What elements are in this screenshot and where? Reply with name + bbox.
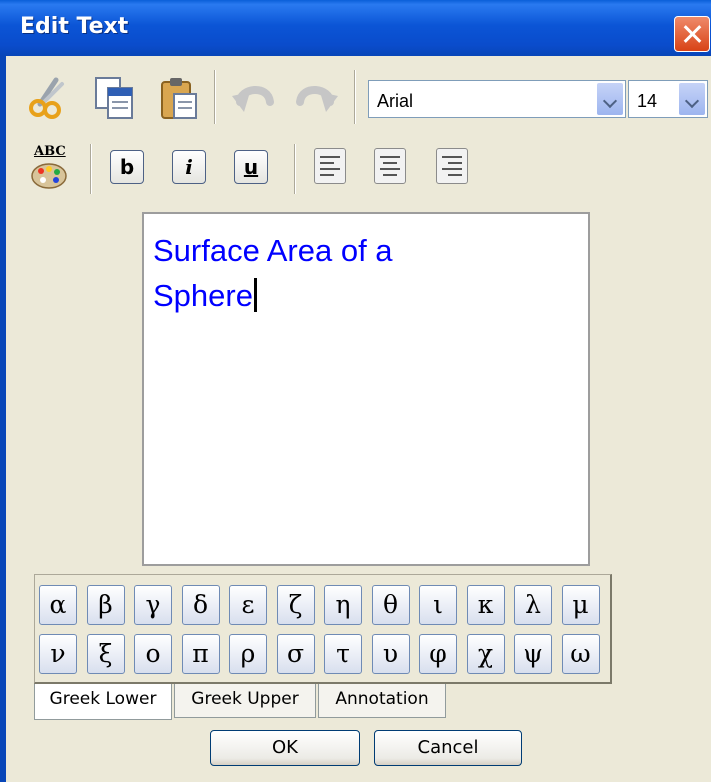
symbol-button[interactable]: σ [276, 634, 315, 674]
editor-line: Sphere [153, 278, 253, 313]
symbol-button[interactable]: τ [324, 634, 362, 674]
window-frame [0, 56, 6, 782]
symbol-button[interactable]: δ [181, 585, 220, 625]
underline-button[interactable]: u [234, 150, 268, 184]
redo-icon[interactable] [292, 76, 340, 120]
copy-icon[interactable] [90, 74, 138, 122]
symbol-button[interactable]: α [39, 585, 77, 625]
tab-greek-upper[interactable]: Greek Upper [174, 684, 316, 718]
undo-icon[interactable] [230, 76, 278, 120]
symbol-button[interactable]: κ [466, 585, 505, 625]
cut-icon[interactable] [26, 74, 74, 122]
editor-line-with-caret: Sphere [153, 273, 573, 318]
symbol-button[interactable]: γ [134, 585, 172, 625]
symbol-button[interactable]: ξ [86, 634, 125, 674]
window-title: Edit Text [20, 14, 129, 39]
symbol-button[interactable]: ο [134, 634, 172, 674]
symbol-button[interactable]: ν [39, 634, 77, 674]
symbol-button[interactable]: η [324, 585, 362, 625]
symbol-button[interactable]: υ [371, 634, 410, 674]
font-family-value: Arial [377, 91, 414, 111]
symbol-button[interactable]: φ [419, 634, 457, 674]
symbol-button[interactable]: ρ [229, 634, 267, 674]
symbol-button[interactable]: β [86, 585, 125, 625]
toolbar-separator [214, 70, 216, 124]
font-size-select[interactable]: 14 [628, 80, 708, 118]
symbol-button[interactable]: π [181, 634, 220, 674]
symbol-button[interactable]: ι [419, 585, 457, 625]
text-editor[interactable]: Surface Area of a Sphere [142, 212, 590, 566]
symbol-button[interactable]: ψ [514, 634, 552, 674]
paste-icon[interactable] [154, 74, 202, 122]
editor-content[interactable]: Surface Area of a Sphere [153, 228, 573, 318]
text-caret [253, 278, 257, 312]
symbol-button[interactable]: θ [371, 585, 410, 625]
tab-greek-lower[interactable]: Greek Lower [34, 684, 172, 720]
chevron-down-icon[interactable] [679, 83, 705, 115]
align-center-button[interactable] [374, 148, 406, 184]
cancel-button[interactable]: Cancel [374, 730, 522, 766]
symbol-button[interactable]: χ [466, 634, 505, 674]
font-size-value: 14 [637, 91, 658, 111]
title-bar[interactable]: Edit Text [0, 0, 711, 56]
align-right-button[interactable] [436, 148, 468, 184]
chevron-down-icon[interactable] [597, 83, 623, 115]
edit-text-dialog: Edit Text Arial 14 ABC b i u Surface Are… [0, 0, 711, 782]
bold-button[interactable]: b [110, 150, 144, 184]
align-left-button[interactable] [314, 148, 346, 184]
italic-button[interactable]: i [172, 150, 206, 184]
symbol-button[interactable]: ε [229, 585, 267, 625]
editor-line: Surface Area of a [153, 233, 393, 268]
spell-label: ABC [34, 144, 66, 159]
toolbar-separator [294, 144, 296, 194]
spell-color-icon[interactable]: ABC [30, 144, 70, 190]
symbol-button[interactable]: μ [561, 585, 600, 625]
symbol-button[interactable]: ω [561, 634, 600, 674]
ok-button[interactable]: OK [210, 730, 360, 766]
symbol-button[interactable]: ζ [276, 585, 315, 625]
tab-annotation[interactable]: Annotation [318, 684, 446, 718]
symbol-palette: αβγδεζηθικλμ νξοπρστυφχψω [34, 574, 612, 684]
toolbar-separator [90, 144, 92, 194]
font-family-select[interactable]: Arial [368, 80, 626, 118]
symbol-button[interactable]: λ [514, 585, 552, 625]
close-button[interactable] [674, 16, 710, 52]
toolbar-separator [354, 70, 356, 124]
